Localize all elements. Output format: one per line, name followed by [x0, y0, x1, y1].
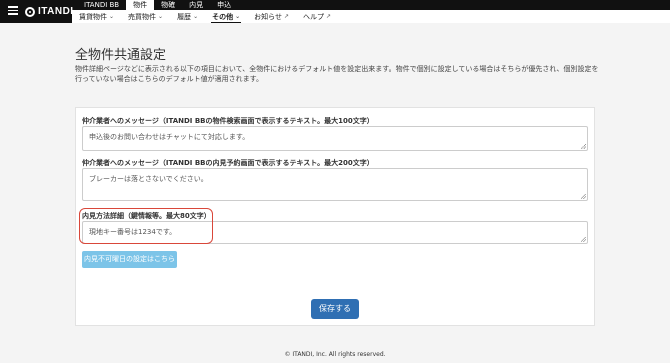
- subnav-label: 履歴: [177, 12, 192, 21]
- footer-copyright: © ITANDI, Inc. All rights reserved.: [284, 351, 386, 358]
- save-button[interactable]: 保存する: [311, 299, 359, 319]
- subnav-label: 売買物件: [128, 12, 157, 21]
- subnav-label: ヘルプ: [303, 12, 325, 21]
- itandi-logo[interactable]: ITANDI: [25, 5, 74, 18]
- logo-text: ITANDI: [38, 6, 74, 17]
- tab-moushikomi[interactable]: 申込: [210, 0, 238, 10]
- main-tabs: ITANDI BB 物件 物確 内見 申込: [80, 0, 238, 10]
- chevron-down-icon: ⌄: [193, 13, 199, 20]
- chevron-down-icon: ⌄: [109, 13, 115, 20]
- external-link-icon: ↗: [326, 13, 332, 20]
- subnav-sale[interactable]: 売買物件 ⌄: [121, 10, 170, 23]
- search-message-value: 申込後のお問い合わせはチャットにて対応します。: [89, 133, 250, 141]
- search-message-textarea[interactable]: 申込後のお問い合わせはチャットにて対応します。: [82, 126, 588, 151]
- page-title: 全物件共通設定: [75, 48, 167, 63]
- subnav-label: 賃貸物件: [79, 12, 107, 21]
- tab-bukken[interactable]: 物件: [126, 0, 155, 10]
- hamburger-menu-icon[interactable]: [8, 6, 18, 15]
- tab-naiken[interactable]: 内見: [182, 0, 210, 10]
- subnav-news[interactable]: お知らせ ↗: [247, 10, 296, 23]
- resize-handle-icon[interactable]: [581, 144, 586, 149]
- preview-message-textarea[interactable]: ブレーカーは落とさないでください。: [82, 168, 588, 201]
- subnav-help[interactable]: ヘルプ ↗: [296, 10, 338, 23]
- subnav-label: お知らせ: [254, 12, 282, 21]
- sub-nav: 賃貸物件 ⌄ 売買物件 ⌄ 履歴 ⌄ その他 ⌄ お知らせ ↗ ヘルプ ↗: [72, 10, 670, 23]
- logo-mark-icon: [25, 6, 35, 17]
- preview-message-label: 仲介業者へのメッセージ（ITANDI BBの内見予約画面で表示するテキスト。最大…: [82, 159, 374, 167]
- subnav-rental[interactable]: 賃貸物件 ⌄: [72, 10, 121, 23]
- unavailable-days-settings-button[interactable]: 内見不可曜日の設定はこちら: [82, 251, 177, 268]
- page-description: 物件詳細ページなどに表示される以下の項目において、全物件におけるデフォルト値を設…: [75, 65, 599, 83]
- tab-bukkaku[interactable]: 物確: [154, 0, 182, 10]
- resize-handle-icon[interactable]: [581, 194, 586, 199]
- search-message-label: 仲介業者へのメッセージ（ITANDI BBの物件検索画面で表示するテキスト。最大…: [82, 117, 374, 125]
- subnav-label: その他: [212, 12, 234, 21]
- subnav-history[interactable]: 履歴 ⌄: [170, 10, 205, 23]
- external-link-icon: ↗: [284, 13, 290, 20]
- resize-handle-icon[interactable]: [581, 237, 586, 242]
- preview-message-value: ブレーカーは落とさないでください。: [89, 175, 208, 183]
- tab-itandi-bb[interactable]: ITANDI BB: [80, 0, 126, 10]
- highlight-annotation: [79, 208, 213, 244]
- subnav-other[interactable]: その他 ⌄: [205, 10, 247, 23]
- chevron-down-icon: ⌄: [235, 13, 241, 20]
- chevron-down-icon: ⌄: [158, 13, 164, 20]
